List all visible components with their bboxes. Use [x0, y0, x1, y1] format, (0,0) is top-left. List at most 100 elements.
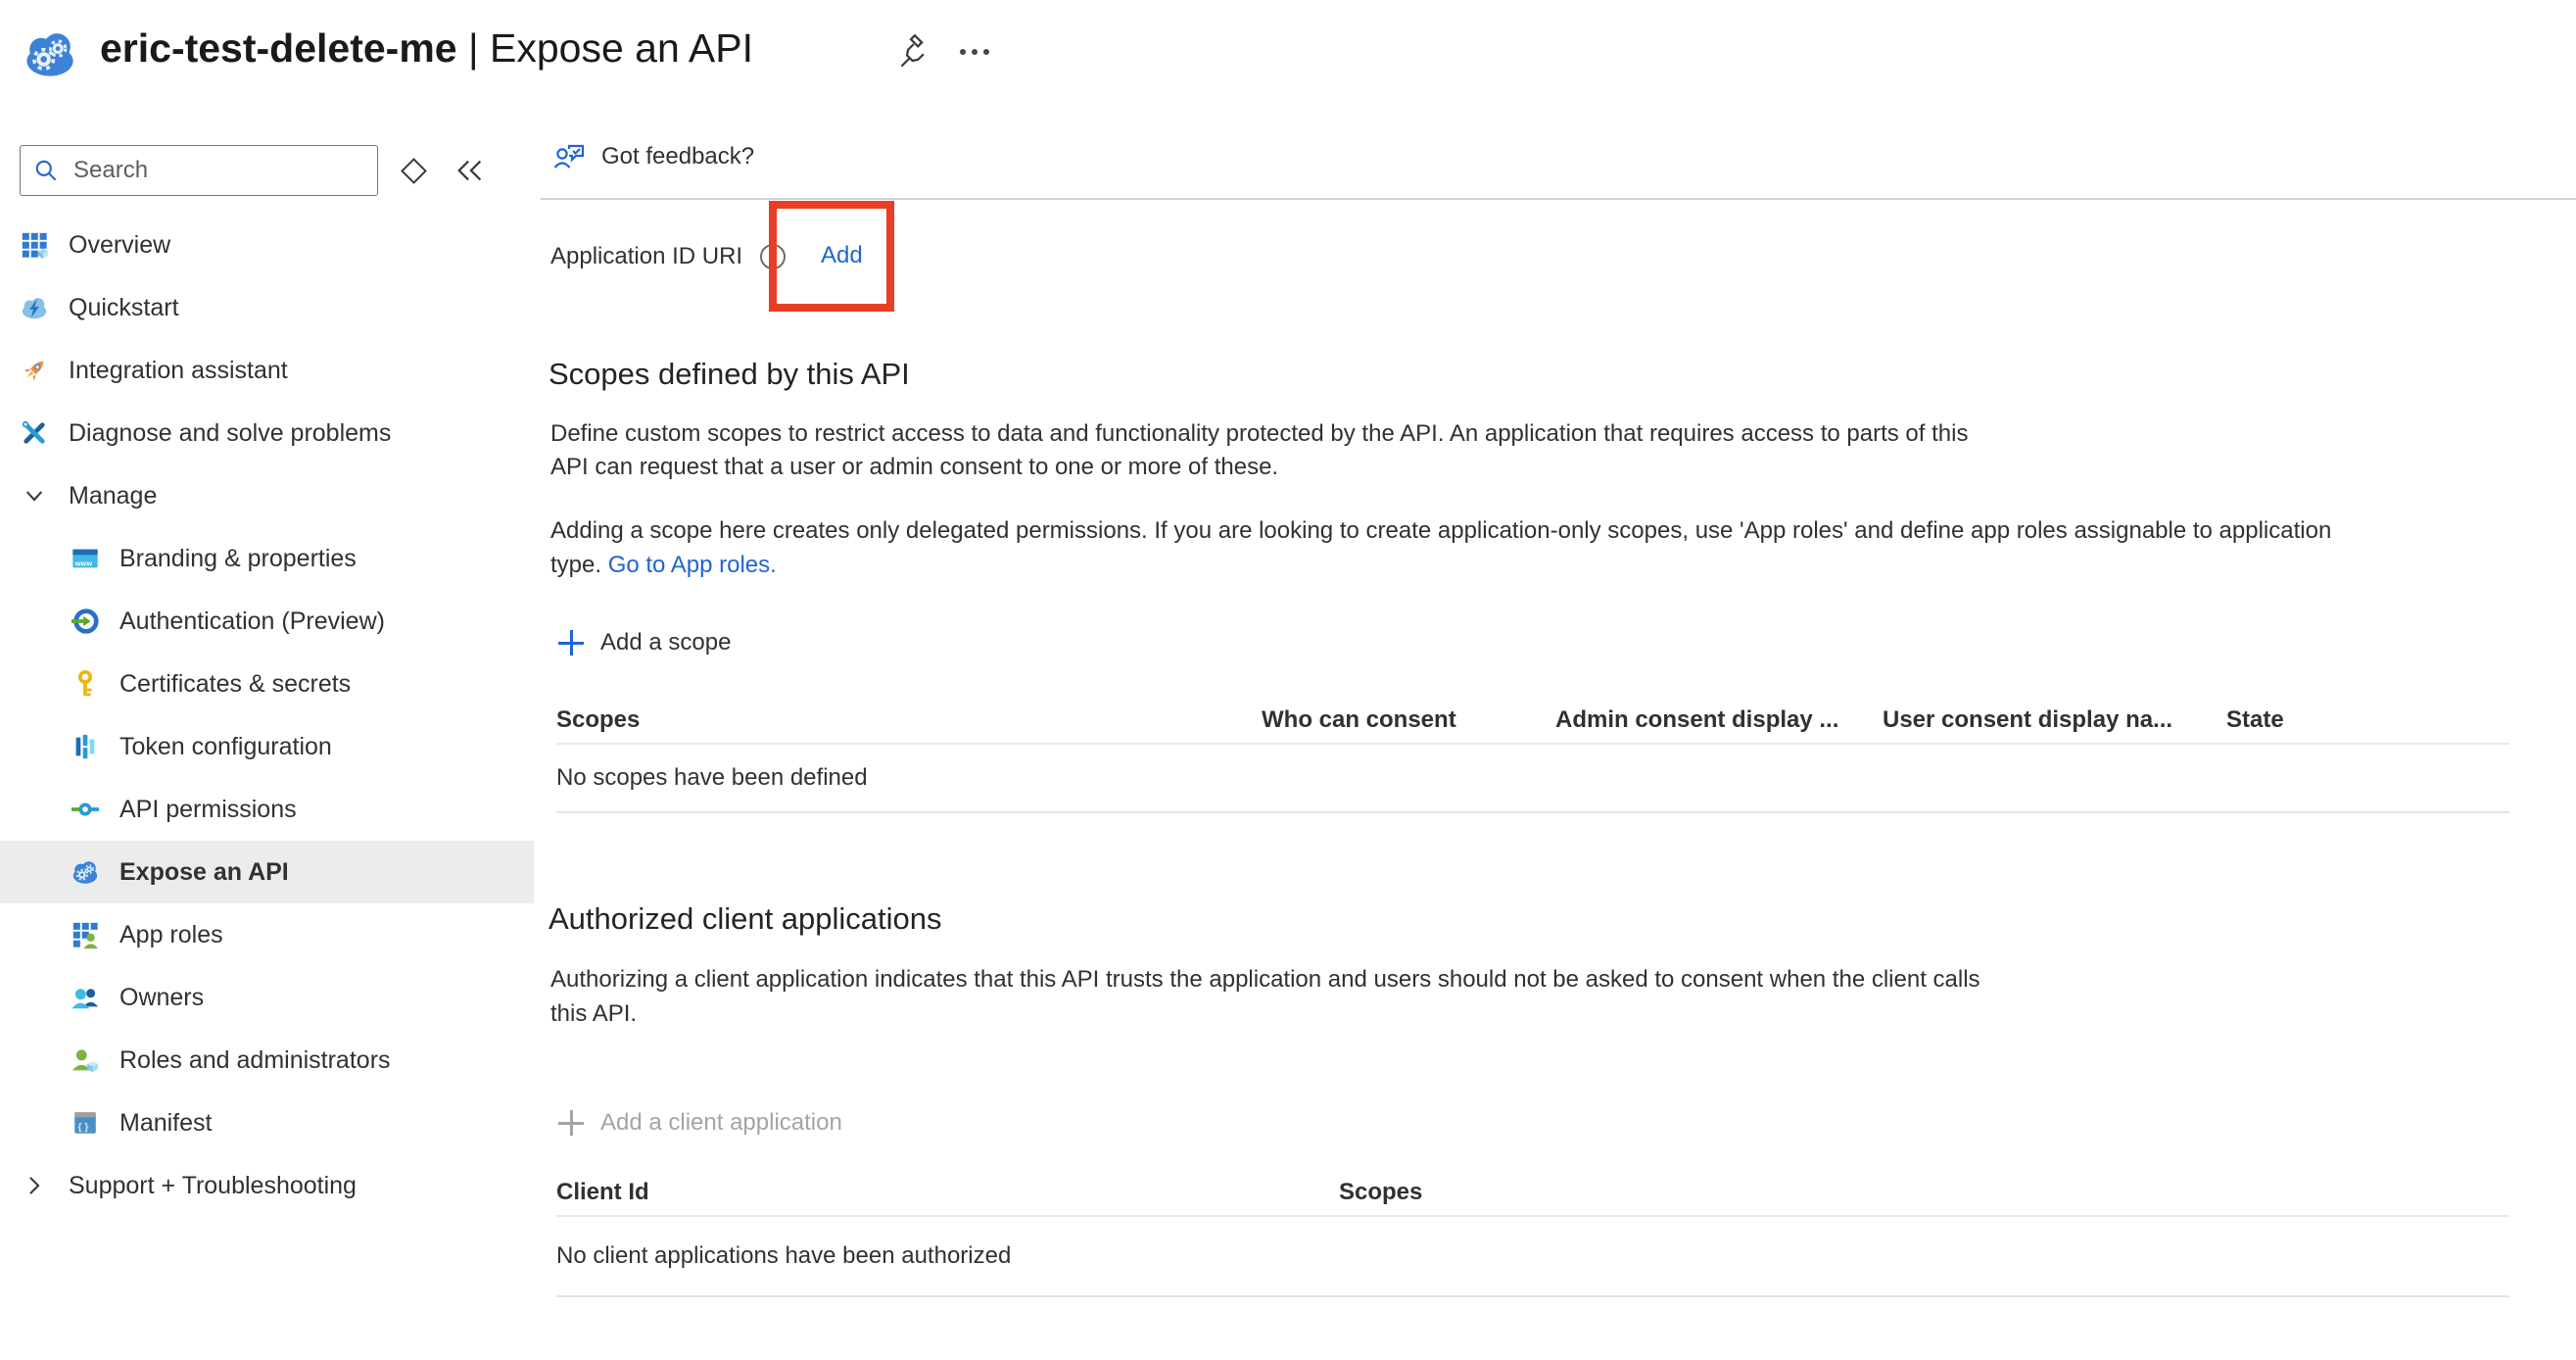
- sidebar-item-label: Quickstart: [69, 294, 179, 322]
- sidebar-item-authentication-preview[interactable]: Authentication (Preview): [0, 590, 534, 653]
- tools-icon: [20, 418, 49, 448]
- sidebar-item-support-troubleshooting[interactable]: Support + Troubleshooting: [0, 1154, 534, 1217]
- token-bars-icon: [71, 732, 100, 761]
- reorder-icon[interactable]: [396, 153, 431, 188]
- sidebar-item-label: Roles and administrators: [119, 1046, 391, 1075]
- scopes-description: Define custom scopes to restrict access …: [550, 417, 1968, 484]
- column-header: Scopes: [1339, 1179, 2509, 1206]
- column-header: Who can consent: [1262, 706, 1555, 734]
- expose-api-cloud-icon: [22, 25, 78, 82]
- sidebar-item-label: Overview: [69, 231, 170, 260]
- add-a-client-application-button[interactable]: Add a client application: [558, 1109, 842, 1137]
- column-header: Admin consent display ...: [1555, 706, 1883, 734]
- sidebar-item-label: Support + Troubleshooting: [69, 1172, 357, 1200]
- sidebar-item-manage[interactable]: Manage: [0, 464, 534, 527]
- sidebar-item-diagnose-and-solve-problems[interactable]: Diagnose and solve problems: [0, 402, 534, 464]
- scopes-note-line2-prefix: type.: [550, 552, 608, 578]
- authorized-clients-table-header: Client IdScopes: [556, 1170, 2509, 1217]
- app-roles-icon: [71, 920, 100, 949]
- info-icon: [759, 243, 787, 270]
- column-header: State: [2226, 706, 2509, 734]
- scopes-description-line2: API can request that a user or admin con…: [550, 454, 1278, 480]
- scopes-empty-message: No scopes have been defined: [556, 745, 2509, 813]
- key-icon: [71, 669, 100, 699]
- sidebar-item-api-permissions[interactable]: API permissions: [0, 778, 534, 841]
- blade-name: Expose an API: [490, 25, 753, 71]
- sidebar-item-quickstart[interactable]: Quickstart: [0, 276, 534, 339]
- roles-admins-icon: [71, 1045, 100, 1075]
- search-input[interactable]: [72, 156, 365, 185]
- branding-icon: www: [71, 544, 100, 573]
- sidebar-item-label: Integration assistant: [69, 357, 288, 385]
- sidebar-item-label: Diagnose and solve problems: [69, 419, 391, 448]
- sidebar-item-manifest[interactable]: { } Manifest: [0, 1092, 534, 1154]
- authorized-clients-table: Client IdScopes No client applications h…: [556, 1170, 2509, 1297]
- sidebar-item-token-configuration[interactable]: Token configuration: [0, 715, 534, 778]
- add-application-id-uri-link[interactable]: Add: [821, 242, 863, 269]
- authorized-clients-description-line1: Authorizing a client application indicat…: [550, 966, 1980, 993]
- authentication-icon: [71, 607, 100, 636]
- scopes-description-line1: Define custom scopes to restrict access …: [550, 420, 1968, 447]
- title-separator: |: [457, 25, 490, 71]
- sidebar-nav: Overview Quickstart Integration assistant D…: [0, 214, 534, 1217]
- person-feedback-icon: [552, 141, 586, 172]
- page-header: eric-test-delete-me | Expose an API: [0, 0, 2576, 127]
- sidebar-item-owners[interactable]: Owners: [0, 966, 534, 1029]
- app-name: eric-test-delete-me: [100, 25, 457, 71]
- scopes-note-line1: Adding a scope here creates only delegat…: [550, 517, 2331, 544]
- sidebar-item-label: Expose an API: [119, 858, 289, 887]
- command-bar: Got feedback?: [541, 127, 2576, 200]
- owners-icon: [71, 983, 100, 1012]
- sidebar-item-label: Manage: [69, 482, 157, 510]
- ellipsis-icon[interactable]: [952, 29, 997, 74]
- chevron-down-icon: [20, 481, 49, 510]
- sidebar-item-expose-an-api[interactable]: Expose an API: [0, 841, 534, 903]
- sidebar-item-label: Manifest: [119, 1109, 212, 1138]
- sidebar-item-roles-and-administrators[interactable]: Roles and administrators: [0, 1029, 534, 1092]
- double-chevron-left-icon[interactable]: [451, 153, 490, 188]
- authorized-clients-section-title: Authorized client applications: [549, 901, 942, 937]
- sidebar-item-app-roles[interactable]: App roles: [0, 903, 534, 966]
- sidebar-item-label: App roles: [119, 921, 223, 949]
- expose-api-cloud-icon: [71, 857, 100, 887]
- got-feedback-label: Got feedback?: [601, 143, 754, 170]
- api-permissions-icon: [71, 795, 100, 824]
- svg-text:www: www: [74, 559, 93, 568]
- sidebar-item-label: Token configuration: [119, 733, 332, 761]
- application-id-uri-label: Application ID URI: [550, 243, 742, 270]
- plus-icon: [558, 1110, 584, 1136]
- main-content: Got feedback? Application ID URI Add Sco…: [535, 127, 2576, 1360]
- sidebar-item-label: Certificates & secrets: [119, 670, 351, 699]
- manifest-icon: { }: [71, 1108, 100, 1138]
- quickstart-icon: [20, 293, 49, 322]
- got-feedback-button[interactable]: Got feedback?: [552, 141, 754, 172]
- sidebar-item-branding-properties[interactable]: www Branding & properties: [0, 527, 534, 590]
- authorized-clients-description: Authorizing a client application indicat…: [550, 962, 1980, 1031]
- overview-icon: [20, 230, 49, 260]
- sidebar-item-label: Owners: [119, 984, 204, 1012]
- pin-icon[interactable]: [893, 29, 938, 74]
- chevron-right-icon: [20, 1171, 49, 1200]
- sidebar-item-label: Authentication (Preview): [119, 607, 385, 636]
- search-box: [20, 145, 378, 196]
- column-header: Scopes: [556, 706, 1262, 734]
- page-title: eric-test-delete-me | Expose an API: [100, 25, 753, 72]
- add-a-scope-label: Add a scope: [600, 629, 731, 656]
- add-a-scope-button[interactable]: Add a scope: [558, 629, 731, 656]
- column-header: User consent display na...: [1883, 706, 2226, 734]
- sidebar-item-label: Branding & properties: [119, 545, 357, 573]
- sidebar-item-overview[interactable]: Overview: [0, 214, 534, 276]
- authorized-clients-empty-message: No client applications have been authori…: [556, 1217, 2509, 1297]
- search-icon: [32, 157, 60, 184]
- sidebar-item-certificates-secrets[interactable]: Certificates & secrets: [0, 653, 534, 715]
- plus-icon: [558, 630, 584, 656]
- scopes-note: Adding a scope here creates only delegat…: [550, 513, 2331, 582]
- svg-text:{ }: { }: [78, 1123, 89, 1134]
- sidebar-item-label: API permissions: [119, 796, 297, 824]
- go-to-app-roles-link[interactable]: Go to App roles.: [608, 552, 777, 578]
- scopes-section-title: Scopes defined by this API: [549, 357, 910, 392]
- sidebar-item-integration-assistant[interactable]: Integration assistant: [0, 339, 534, 402]
- add-a-client-application-label: Add a client application: [600, 1109, 842, 1137]
- rocket-icon: [20, 356, 49, 385]
- sidebar: Overview Quickstart Integration assistant D…: [0, 127, 536, 1360]
